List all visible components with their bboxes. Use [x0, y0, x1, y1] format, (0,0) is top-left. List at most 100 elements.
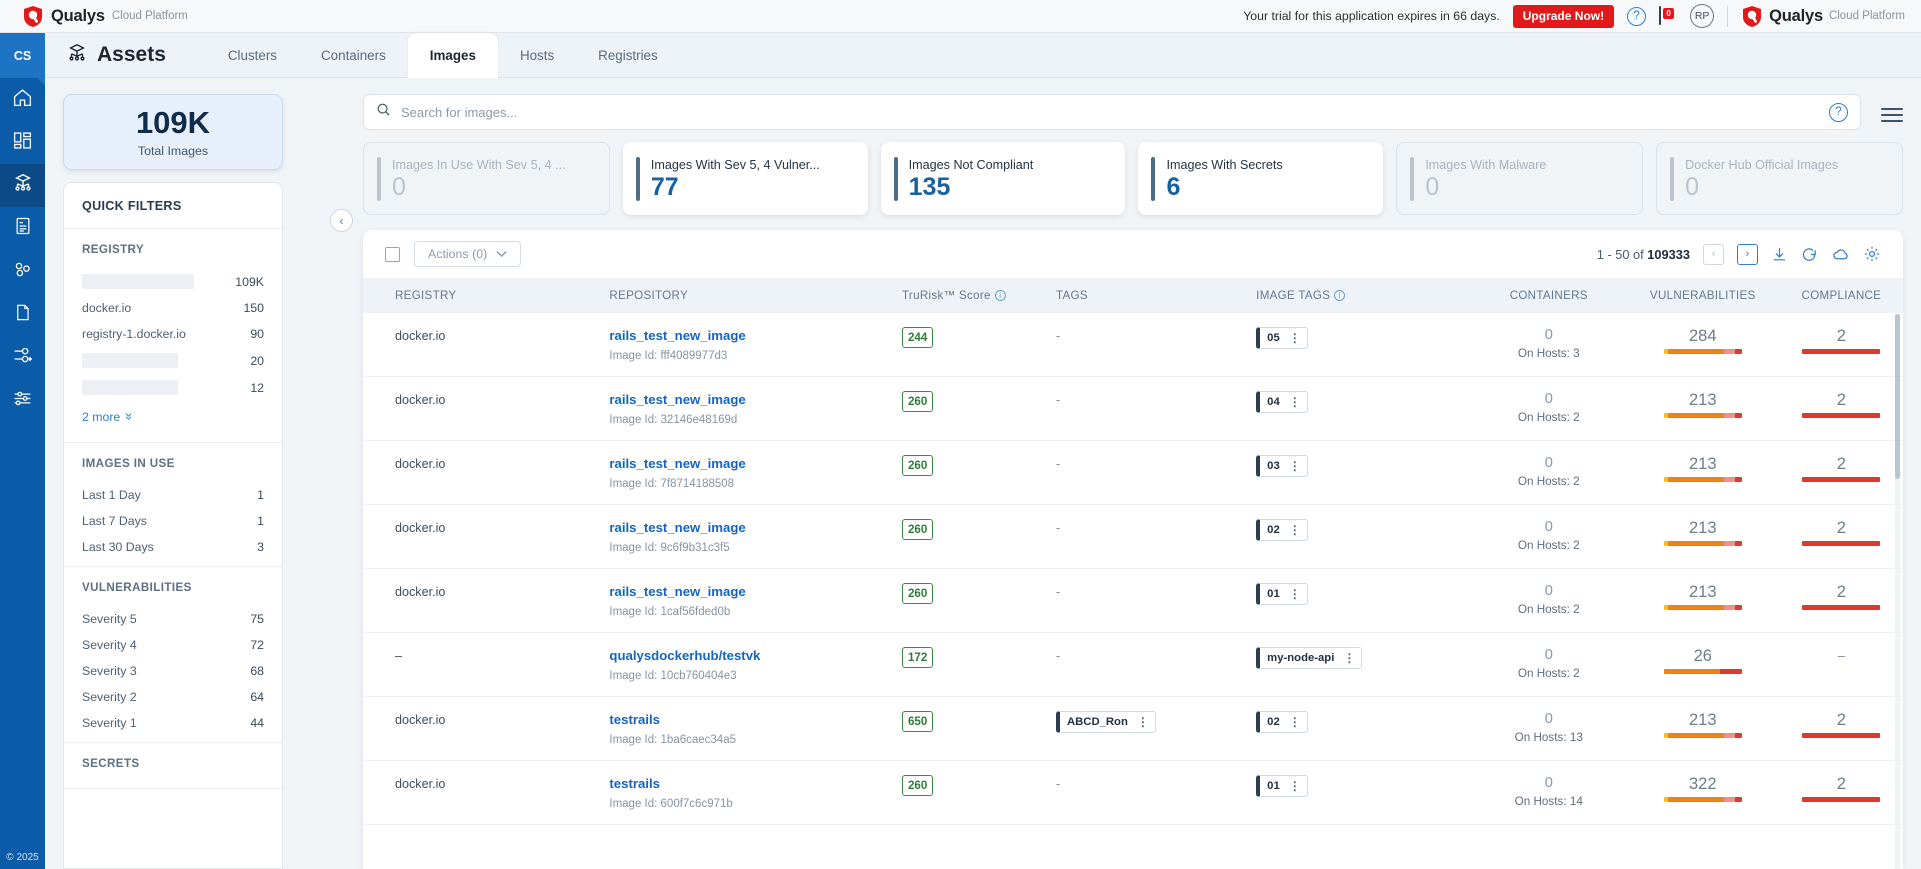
trurisk-score-badge[interactable]: 244	[902, 327, 933, 348]
trurisk-score-badge[interactable]: 260	[902, 391, 933, 412]
table-row[interactable]: docker.io testrails Image Id: 600f7c6c97…	[363, 761, 1903, 825]
refresh-icon[interactable]	[1801, 246, 1818, 263]
column-header[interactable]: VULNERABILITIES	[1626, 278, 1780, 313]
sidebar-item-assets[interactable]	[0, 164, 45, 207]
trurisk-score-badge[interactable]: 260	[902, 775, 933, 796]
help-icon[interactable]: ?	[1627, 7, 1646, 26]
select-all-checkbox[interactable]	[385, 247, 400, 262]
kebab-menu-icon[interactable]: ⋮	[1289, 779, 1300, 793]
tag-chip[interactable]: ABCD_Ron⋮	[1056, 711, 1156, 733]
tab-clusters[interactable]: Clusters	[206, 33, 299, 78]
repository-link[interactable]: rails_test_new_image	[609, 456, 745, 471]
sidebar-item-documents[interactable]	[0, 293, 45, 336]
image-tag-chip[interactable]: 04⋮	[1256, 391, 1308, 413]
kpi-card[interactable]: Images With Malware 0	[1396, 142, 1643, 215]
show-more-filters[interactable]: 2 more»	[82, 401, 264, 436]
sidebar-item-dashboard[interactable]	[0, 121, 45, 164]
repository-link[interactable]: testrails	[609, 712, 660, 727]
image-tag-chip[interactable]: 05⋮	[1256, 327, 1308, 349]
kebab-menu-icon[interactable]: ⋮	[1289, 395, 1300, 409]
notifications-icon[interactable]: 0	[1659, 7, 1677, 25]
trurisk-score-badge[interactable]: 260	[902, 583, 933, 604]
column-header[interactable]: TruRisk™ Scorei	[902, 278, 1056, 313]
table-row[interactable]: docker.io rails_test_new_image Image Id:…	[363, 441, 1903, 505]
table-row[interactable]: docker.io rails_test_new_image Image Id:…	[363, 313, 1903, 377]
kebab-menu-icon[interactable]: ⋮	[1343, 651, 1354, 665]
kebab-menu-icon[interactable]: ⋮	[1289, 331, 1300, 345]
column-header[interactable]: REGISTRY	[363, 278, 609, 313]
table-row[interactable]: docker.io testrails Image Id: 1ba6caec34…	[363, 697, 1903, 761]
sidebar-item-sensors[interactable]	[0, 336, 45, 379]
table-scrollbar-thumb[interactable]	[1895, 314, 1900, 479]
image-tag-chip[interactable]: 02⋮	[1256, 711, 1308, 733]
repository-link[interactable]: testrails	[609, 776, 660, 791]
gear-icon[interactable]	[1863, 245, 1881, 263]
quick-filter-row[interactable]: Severity 1 44	[82, 710, 264, 736]
quick-filter-row[interactable]: Severity 4 72	[82, 632, 264, 658]
tab-images[interactable]: Images	[408, 33, 498, 78]
user-avatar[interactable]: RP	[1690, 4, 1714, 28]
repository-link[interactable]: rails_test_new_image	[609, 392, 745, 407]
next-page-button[interactable]: ›	[1737, 244, 1758, 265]
trurisk-score-badge[interactable]: 650	[902, 711, 933, 732]
image-tag-chip[interactable]: 03⋮	[1256, 455, 1308, 477]
tab-hosts[interactable]: Hosts	[498, 33, 576, 78]
quick-filter-row[interactable]: 12	[82, 374, 264, 401]
sidebar-item-reports[interactable]	[0, 207, 45, 250]
kpi-card[interactable]: Images Not Compliant 135	[881, 142, 1126, 215]
cloud-icon[interactable]	[1831, 246, 1850, 263]
info-icon[interactable]: i	[1334, 290, 1345, 301]
quick-filter-row[interactable]: docker.io 150	[82, 295, 264, 321]
tab-registries[interactable]: Registries	[576, 33, 680, 78]
search-help-icon[interactable]: ?	[1829, 103, 1848, 122]
sidebar-item-policies[interactable]	[0, 250, 45, 293]
quick-filter-row[interactable]: Last 30 Days 3	[82, 534, 264, 560]
repository-link[interactable]: rails_test_new_image	[609, 328, 745, 343]
column-header[interactable]: COMPLIANCE	[1780, 278, 1903, 313]
trurisk-score-badge[interactable]: 172	[902, 647, 933, 668]
trurisk-score-badge[interactable]: 260	[902, 519, 933, 540]
kebab-menu-icon[interactable]: ⋮	[1289, 459, 1300, 473]
kpi-card[interactable]: Docker Hub Official Images 0	[1656, 142, 1903, 215]
tab-containers[interactable]: Containers	[299, 33, 408, 78]
image-tag-chip[interactable]: my-node-api⋮	[1256, 647, 1362, 669]
quick-filter-row[interactable]: Last 1 Day 1	[82, 482, 264, 508]
upgrade-now-button[interactable]: Upgrade Now!	[1513, 5, 1614, 28]
info-icon[interactable]: i	[995, 290, 1006, 301]
download-icon[interactable]	[1771, 246, 1788, 263]
quick-filter-row[interactable]: Severity 3 68	[82, 658, 264, 684]
column-header[interactable]: CONTAINERS	[1472, 278, 1626, 313]
kpi-card[interactable]: Images With Secrets 6	[1138, 142, 1383, 215]
kebab-menu-icon[interactable]: ⋮	[1137, 715, 1148, 729]
search-input[interactable]	[401, 105, 1819, 120]
kebab-menu-icon[interactable]: ⋮	[1289, 715, 1300, 729]
kpi-card[interactable]: Images In Use With Sev 5, 4 ... 0	[363, 142, 610, 215]
column-header[interactable]: TAGS	[1056, 278, 1256, 313]
prev-page-button[interactable]: ‹	[1703, 244, 1724, 265]
actions-dropdown[interactable]: Actions (0)	[414, 241, 521, 267]
table-row[interactable]: docker.io rails_test_new_image Image Id:…	[363, 569, 1903, 633]
sidebar-item-configuration[interactable]	[0, 379, 45, 422]
menu-toggle-button[interactable]	[1881, 104, 1903, 126]
quick-filter-row[interactable]: 109K	[82, 268, 264, 295]
collapse-panel-button[interactable]: ‹	[330, 209, 353, 232]
image-tag-chip[interactable]: 01⋮	[1256, 775, 1308, 797]
kpi-card[interactable]: Images With Sev 5, 4 Vulner... 77	[623, 142, 868, 215]
table-row[interactable]: docker.io rails_test_new_image Image Id:…	[363, 505, 1903, 569]
quick-filter-row[interactable]: Severity 5 75	[82, 606, 264, 632]
table-row[interactable]: docker.io rails_test_new_image Image Id:…	[363, 377, 1903, 441]
quick-filter-row[interactable]: 20	[82, 347, 264, 374]
repository-link[interactable]: rails_test_new_image	[609, 584, 745, 599]
total-images-card[interactable]: 109K Total Images	[63, 94, 283, 170]
kebab-menu-icon[interactable]: ⋮	[1289, 587, 1300, 601]
image-tag-chip[interactable]: 02⋮	[1256, 519, 1308, 541]
module-badge-cs[interactable]: CS	[0, 33, 45, 78]
image-tag-chip[interactable]: 01⋮	[1256, 583, 1308, 605]
repository-link[interactable]: rails_test_new_image	[609, 520, 745, 535]
quick-filter-row[interactable]: Severity 2 64	[82, 684, 264, 710]
trurisk-score-badge[interactable]: 260	[902, 455, 933, 476]
quick-filter-row[interactable]: registry-1.docker.io 90	[82, 321, 264, 347]
kebab-menu-icon[interactable]: ⋮	[1289, 523, 1300, 537]
quick-filter-row[interactable]: Last 7 Days 1	[82, 508, 264, 534]
repository-link[interactable]: qualysdockerhub/testvk	[609, 648, 760, 663]
